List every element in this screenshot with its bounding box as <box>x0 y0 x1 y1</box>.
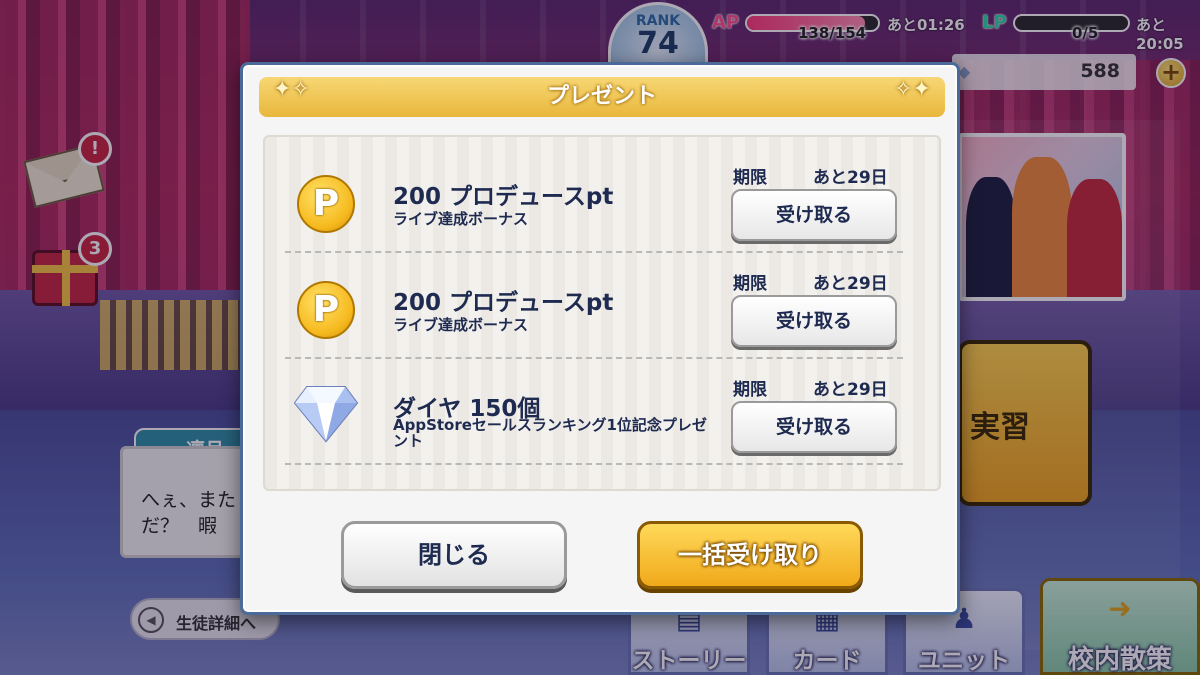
modal-header: ✦✧ プレゼント ✧✦ <box>259 77 945 117</box>
modal-title: プレゼント <box>546 84 657 109</box>
sparkle-icon: ✦✧ <box>273 77 310 102</box>
deadline-value: あと29日 <box>813 380 888 400</box>
receive-all-button[interactable]: 一括受け取り <box>637 521 863 589</box>
produce-point-coin-icon: P <box>297 175 355 233</box>
deadline-value: あと29日 <box>813 168 888 188</box>
receive-button[interactable]: 受け取る <box>731 401 897 453</box>
present-item-title: 200 プロデュースpt <box>393 184 614 210</box>
deadline-label: 期限 <box>733 274 767 294</box>
present-item-subtitle: ライブ達成ボーナス <box>393 210 529 228</box>
present-item: ダイヤ 150個 AppStoreセールスランキング1位記念プレゼント 期限 あ… <box>265 359 939 465</box>
receive-button[interactable]: 受け取る <box>731 295 897 347</box>
present-item: P 200 プロデュースpt ライブ達成ボーナス 期限 あと29日 受け取る <box>265 147 939 253</box>
deadline-label: 期限 <box>733 168 767 188</box>
close-button[interactable]: 閉じる <box>341 521 567 589</box>
present-list[interactable]: P 200 プロデュースpt ライブ達成ボーナス 期限 あと29日 受け取る P… <box>263 135 941 491</box>
deadline-value: あと29日 <box>813 274 888 294</box>
present-item-subtitle: ライブ達成ボーナス <box>393 316 529 334</box>
present-item: P 200 プロデュースpt ライブ達成ボーナス 期限 あと29日 受け取る <box>265 253 939 359</box>
deadline-label: 期限 <box>733 380 767 400</box>
receive-button[interactable]: 受け取る <box>731 189 897 241</box>
present-item-subtitle: AppStoreセールスランキング1位記念プレゼント <box>393 416 707 450</box>
item-divider <box>285 463 903 465</box>
present-item-title: 200 プロデュースpt <box>393 290 614 316</box>
sparkle-icon: ✧✦ <box>894 77 931 102</box>
diamond-icon <box>293 386 359 443</box>
produce-point-coin-icon: P <box>297 281 355 339</box>
present-modal: ✦✧ プレゼント ✧✦ P 200 プロデュースpt ライブ達成ボーナス 期限 … <box>240 62 960 615</box>
